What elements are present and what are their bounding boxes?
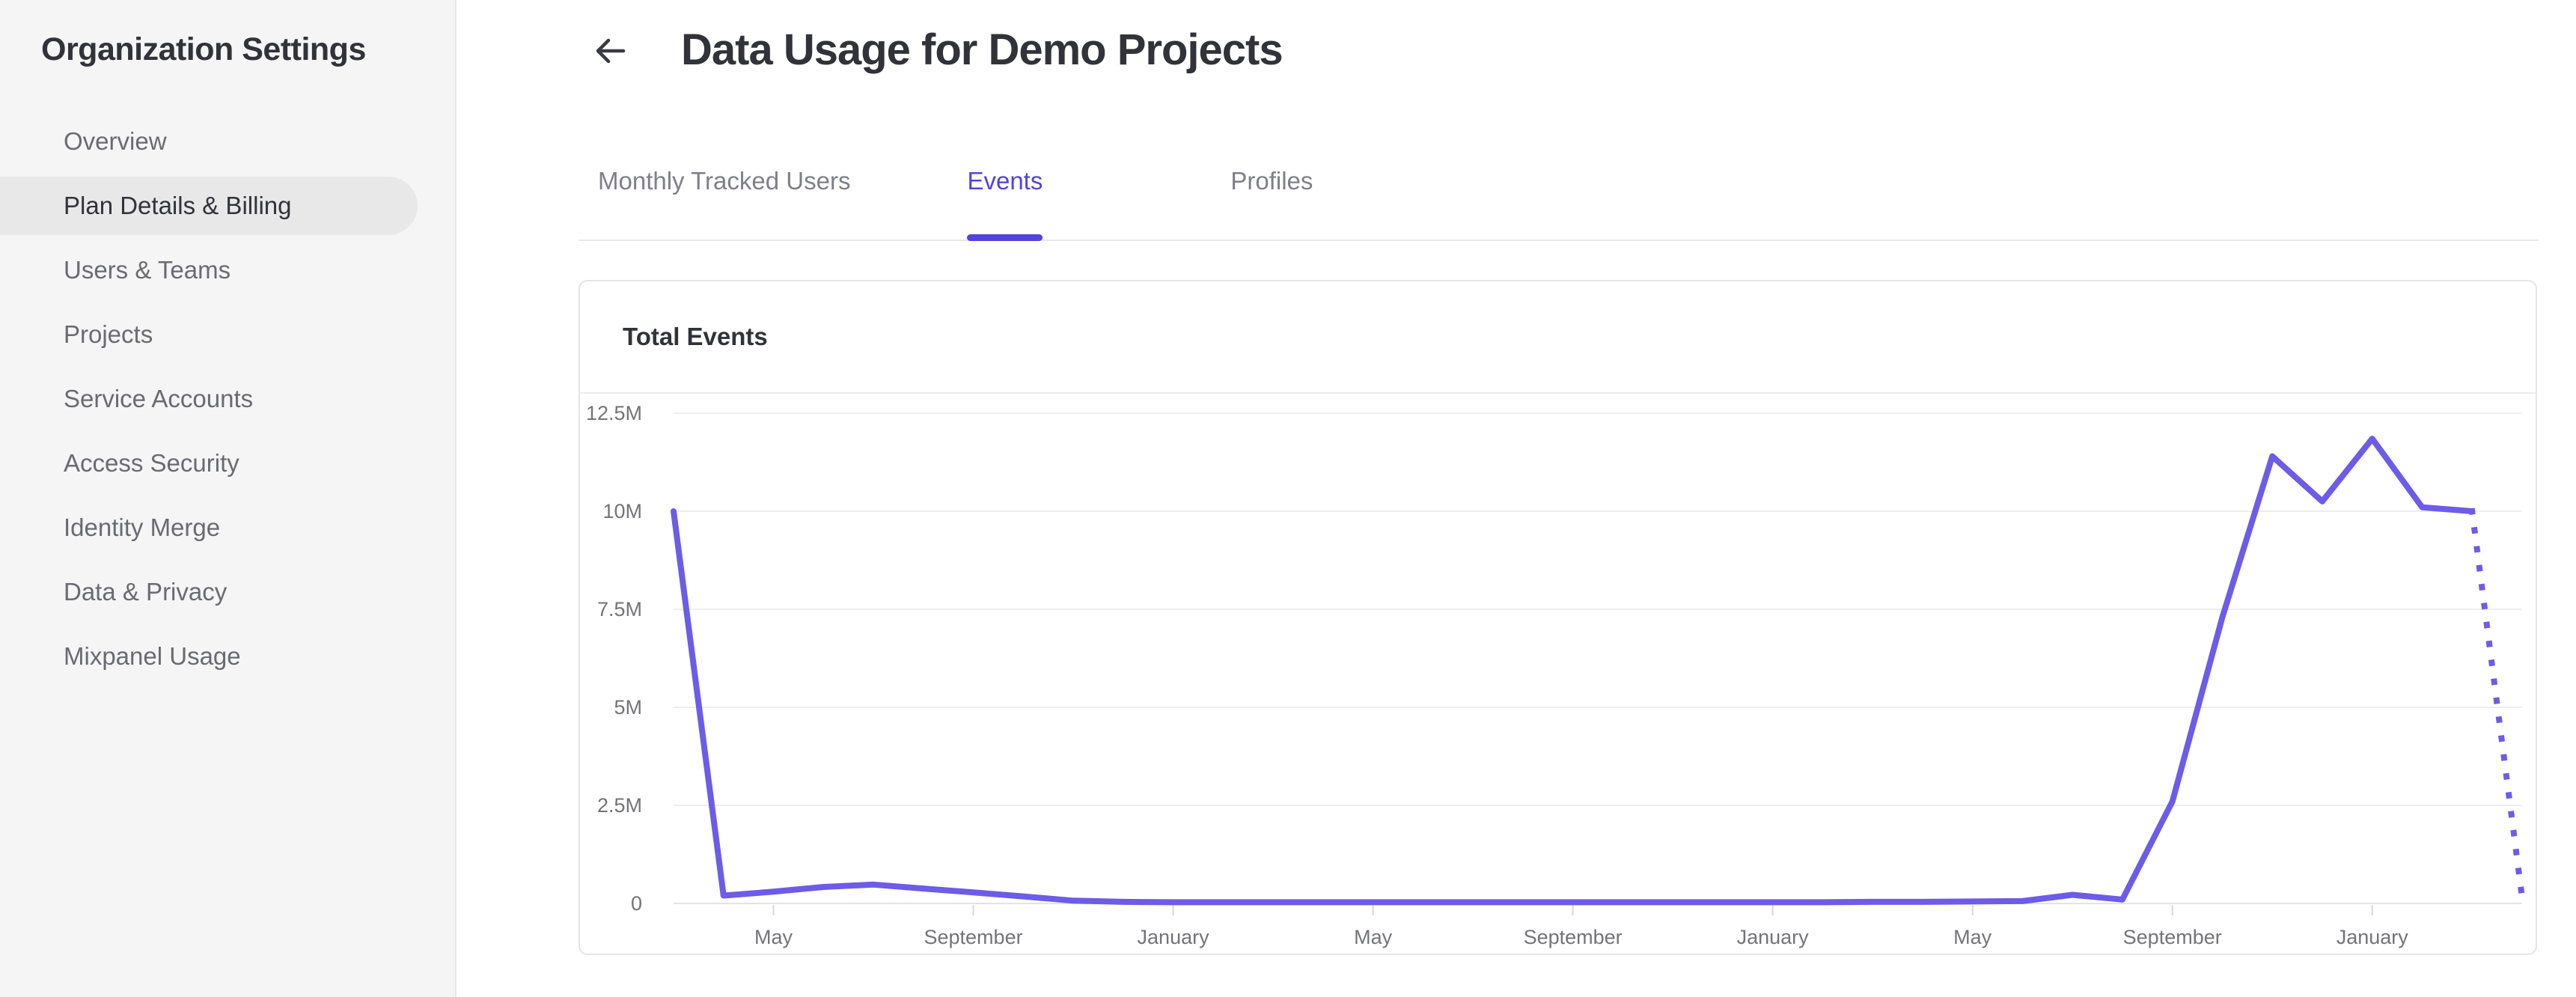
sidebar-nav: Overview Plan Details & Billing Users & Te… <box>0 109 457 689</box>
total-events-chart: 0 2.5M 5M 7.5M 10M 12.5M May September January Ma… <box>586 402 2526 948</box>
total-events-projected-dotted-line <box>2468 507 2526 901</box>
y-axis-label: 5M <box>614 696 642 719</box>
sidebar-item-service-accounts[interactable]: Service Accounts <box>0 367 457 431</box>
x-axis-label: September <box>1524 926 1623 948</box>
total-events-line <box>671 436 2476 906</box>
y-axis-label: 7.5M <box>597 598 642 621</box>
y-axis-label: 0 <box>631 892 642 915</box>
sidebar-item-access-security[interactable]: Access Security <box>0 431 457 496</box>
tab-monthly-tracked-users[interactable]: Monthly Tracked Users <box>598 139 850 240</box>
sidebar-item-data-privacy[interactable]: Data & Privacy <box>0 560 457 624</box>
arrow-left-icon <box>596 38 626 64</box>
y-axis-label: 10M <box>602 500 642 522</box>
x-axis-label: January <box>1737 926 1810 948</box>
sidebar-item-plan-details-billing[interactable]: Plan Details & Billing <box>0 174 457 238</box>
sidebar-item-label: Mixpanel Usage <box>64 642 241 670</box>
y-axis-label: 2.5M <box>597 794 642 817</box>
sidebar-item-label: Data & Privacy <box>64 578 228 606</box>
x-axis-label: January <box>2337 926 2409 948</box>
x-axis-label: May <box>754 926 793 948</box>
tab-label: Profiles <box>1230 167 1313 195</box>
x-axis-label: September <box>924 926 1023 948</box>
sidebar: Organization Settings Overview Plan Detai… <box>0 0 457 997</box>
card-header: Total Events <box>580 281 2536 394</box>
sidebar-item-label: Identity Merge <box>64 513 221 541</box>
sidebar-item-identity-merge[interactable]: Identity Merge <box>0 496 457 560</box>
tab-label: Events <box>967 167 1043 195</box>
y-axis-label: 12.5M <box>586 402 642 424</box>
sidebar-item-users-teams[interactable]: Users & Teams <box>0 238 457 302</box>
tabs-bar: Monthly Tracked Users Events Profiles <box>579 139 2539 241</box>
x-axis-label: January <box>1138 926 1210 948</box>
usage-card: Total Events 0 2.5M 5M 7.5M 10M 12.5M May Septe… <box>579 280 2537 955</box>
back-button[interactable] <box>593 33 629 69</box>
sidebar-item-label: Plan Details & Billing <box>64 192 292 219</box>
sidebar-item-projects[interactable]: Projects <box>0 302 457 367</box>
page-title: Data Usage for Demo Projects <box>681 25 1284 74</box>
tab-events[interactable]: Events <box>967 139 1043 241</box>
sidebar-item-label: Service Accounts <box>64 385 254 412</box>
sidebar-item-label: Users & Teams <box>64 256 231 284</box>
sidebar-item-label: Access Security <box>64 449 239 477</box>
x-axis-label: May <box>1354 926 1393 948</box>
x-axis-label: September <box>2123 926 2222 948</box>
card-title: Total Events <box>623 323 768 350</box>
x-axis-label: May <box>1953 926 1992 948</box>
tab-label: Monthly Tracked Users <box>598 167 851 195</box>
tab-profiles[interactable]: Profiles <box>1230 139 1313 240</box>
sidebar-item-overview[interactable]: Overview <box>0 109 457 174</box>
sidebar-title: Organization Settings <box>41 31 366 67</box>
main-content: Data Usage for Demo Projects Monthly Tra… <box>457 0 2576 997</box>
sidebar-item-mixpanel-usage[interactable]: Mixpanel Usage <box>0 624 457 689</box>
sidebar-item-label: Projects <box>64 320 153 348</box>
sidebar-item-label: Overview <box>64 127 167 155</box>
